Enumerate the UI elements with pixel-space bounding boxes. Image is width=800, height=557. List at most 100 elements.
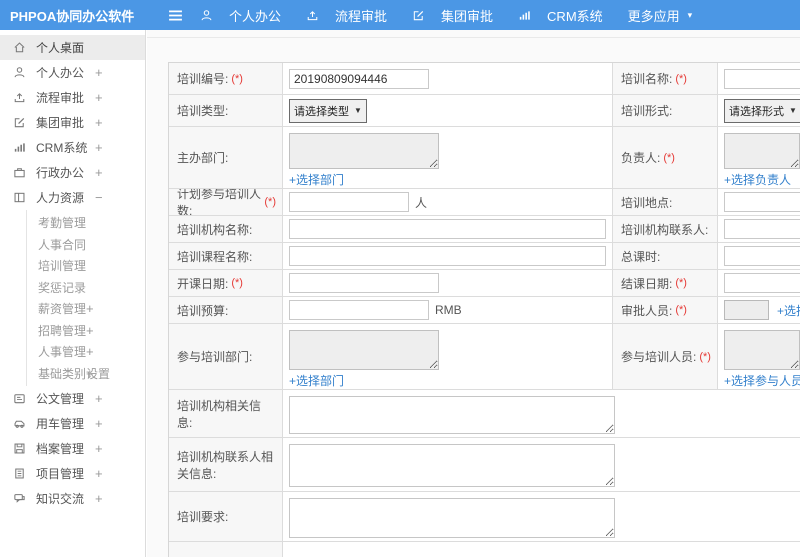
sidebar-item-projects[interactable]: 项目管理 + xyxy=(0,461,145,486)
sidebar-sub-salary[interactable]: 薪资管理 + xyxy=(27,298,145,320)
select-department-link[interactable]: +选择部门 xyxy=(289,372,344,389)
expand-plus-icon[interactable]: + xyxy=(86,344,94,359)
training-number-label: 培训编号: (*) xyxy=(169,63,283,94)
form-row: 计划参与培训人数: (*) 人 培训地点: xyxy=(169,189,800,216)
sidebar-item-documents[interactable]: 公文管理 + xyxy=(0,386,145,411)
book-icon xyxy=(13,191,27,205)
sub-item-label: 培训管理 xyxy=(38,259,87,274)
expand-plus-icon[interactable]: + xyxy=(95,491,103,506)
sidebar-sub-attendance[interactable]: 考勤管理 xyxy=(27,212,145,234)
approver-label: 审批人员: (*) xyxy=(613,297,718,323)
car-icon xyxy=(13,417,27,431)
select-caret-icon: ▼ xyxy=(789,106,797,115)
planned-participants-input[interactable] xyxy=(289,192,409,212)
hamburger-menu-icon[interactable] xyxy=(160,10,190,21)
training-name-label: 培训名称: (*) xyxy=(613,63,718,94)
currency-suffix: RMB xyxy=(435,303,462,317)
org-name-label: 培训机构名称: xyxy=(169,216,283,242)
host-department-label: 主办部门: xyxy=(169,127,283,188)
collapse-minus-icon[interactable]: − xyxy=(95,190,103,205)
document-icon xyxy=(13,392,27,406)
training-location-input[interactable] xyxy=(724,192,800,212)
training-type-select[interactable]: 请选择类型 ▼ xyxy=(289,98,367,123)
sidebar-item-label: 人力资源 xyxy=(36,191,85,205)
course-name-input[interactable] xyxy=(289,246,606,266)
nav-label: 流程审批 xyxy=(335,8,388,24)
briefcase-icon xyxy=(13,166,27,180)
sidebar-sub-training[interactable]: 培训管理 xyxy=(27,255,145,277)
expand-plus-icon[interactable]: + xyxy=(86,323,94,338)
sub-item-label: 奖惩记录 xyxy=(38,280,87,295)
sidebar-item-crm[interactable]: CRM系统 + xyxy=(0,135,145,160)
form-row: 参与培训部门: +选择部门 参与培训人员: (*) +选择参与人员 xyxy=(169,324,800,390)
sidebar-item-archives[interactable]: 档案管理 + xyxy=(0,436,145,461)
upload-icon xyxy=(13,91,27,105)
home-icon xyxy=(13,41,27,55)
total-hours-label: 总课时: xyxy=(613,243,718,269)
end-date-input[interactable] xyxy=(724,273,800,293)
expand-plus-icon[interactable]: + xyxy=(95,65,103,80)
form-row: 培训编号:(*) 培训名称:(*) xyxy=(169,63,800,95)
expand-plus-icon[interactable]: + xyxy=(86,301,94,316)
participating-people-textarea[interactable] xyxy=(724,330,800,370)
sidebar-item-hr[interactable]: 人力资源 − xyxy=(0,185,145,210)
sidebar-item-label: 集团审批 xyxy=(36,116,85,130)
training-number-input[interactable] xyxy=(289,68,429,89)
org-name-input[interactable] xyxy=(289,219,606,239)
sidebar-item-personal-desktop[interactable]: 个人桌面 xyxy=(0,35,145,60)
sidebar-item-label: 公文管理 xyxy=(36,392,85,406)
nav-label: 集团审批 xyxy=(441,8,494,24)
approver-input[interactable] xyxy=(724,300,769,320)
select-participants-link[interactable]: +选择参与人员 xyxy=(724,372,800,389)
org-info-textarea[interactable] xyxy=(289,396,615,434)
planned-participants-label: 计划参与培训人数: (*) xyxy=(169,189,283,215)
nav-group-approval[interactable]: 集团审批 xyxy=(412,6,493,25)
expand-plus-icon[interactable]: + xyxy=(86,366,94,381)
sidebar-item-knowledge[interactable]: 知识交流 + xyxy=(0,486,145,511)
nav-flow-approval[interactable]: 流程审批 xyxy=(306,6,387,25)
expand-plus-icon[interactable]: + xyxy=(95,90,103,105)
sidebar-sub-recruit[interactable]: 招聘管理 + xyxy=(27,320,145,342)
expand-plus-icon[interactable]: + xyxy=(95,165,103,180)
host-department-textarea[interactable] xyxy=(289,133,439,169)
start-date-label: 开课日期: (*) xyxy=(169,270,283,296)
leader-textarea[interactable] xyxy=(724,133,800,169)
org-contact-info-textarea[interactable] xyxy=(289,444,615,487)
training-requirements-textarea[interactable] xyxy=(289,498,615,538)
training-type-label: 培训类型: xyxy=(169,95,283,126)
sidebar-item-group-approval[interactable]: 集团审批 + xyxy=(0,110,145,135)
sub-item-label: 招聘管理 xyxy=(38,323,87,338)
select-approver-link[interactable]: +选择审批人员 xyxy=(777,302,800,319)
expand-plus-icon[interactable]: + xyxy=(95,416,103,431)
nav-personal-office[interactable]: 个人办公 xyxy=(200,6,281,25)
expand-plus-icon[interactable]: + xyxy=(95,115,103,130)
sidebar-item-vehicles[interactable]: 用车管理 + xyxy=(0,411,145,436)
nav-crm[interactable]: CRM系统 xyxy=(518,6,603,25)
total-hours-input[interactable] xyxy=(724,246,800,266)
select-department-link[interactable]: +选择部门 xyxy=(289,171,344,188)
sidebar-item-personal-office[interactable]: 个人办公 + xyxy=(0,60,145,85)
expand-plus-icon[interactable]: + xyxy=(95,441,103,456)
sidebar-sub-hr-contract[interactable]: 人事合同 xyxy=(27,234,145,256)
start-date-input[interactable] xyxy=(289,273,439,293)
org-contact-input[interactable] xyxy=(724,219,800,239)
participating-departments-textarea[interactable] xyxy=(289,330,439,370)
form-row: 附件文档: +附件上传 xyxy=(169,542,800,557)
training-name-input[interactable] xyxy=(724,68,800,89)
expand-plus-icon[interactable]: + xyxy=(95,391,103,406)
training-form-select[interactable]: 请选择形式 ▼ xyxy=(724,98,800,123)
sidebar-sub-personnel[interactable]: 人事管理 + xyxy=(27,341,145,363)
sidebar-sub-base-category[interactable]: 基础类别设置 + xyxy=(27,363,145,385)
edit-icon xyxy=(412,8,426,22)
sidebar-item-admin-office[interactable]: 行政办公 + xyxy=(0,160,145,185)
select-leader-link[interactable]: +选择负责人 xyxy=(724,171,791,188)
sidebar-sub-rewards[interactable]: 奖惩记录 xyxy=(27,277,145,299)
sidebar-item-flow-approval[interactable]: 流程审批 + xyxy=(0,85,145,110)
upload-icon xyxy=(306,8,320,22)
expand-plus-icon[interactable]: + xyxy=(95,466,103,481)
expand-plus-icon[interactable]: + xyxy=(95,140,103,155)
training-form-label: 培训形式: xyxy=(613,95,718,126)
form-row: 培训类型: 请选择类型 ▼ 培训形式: 请选择形式 ▼ xyxy=(169,95,800,127)
budget-input[interactable] xyxy=(289,300,429,320)
nav-more-apps[interactable]: 更多应用 ▾ xyxy=(628,6,693,25)
